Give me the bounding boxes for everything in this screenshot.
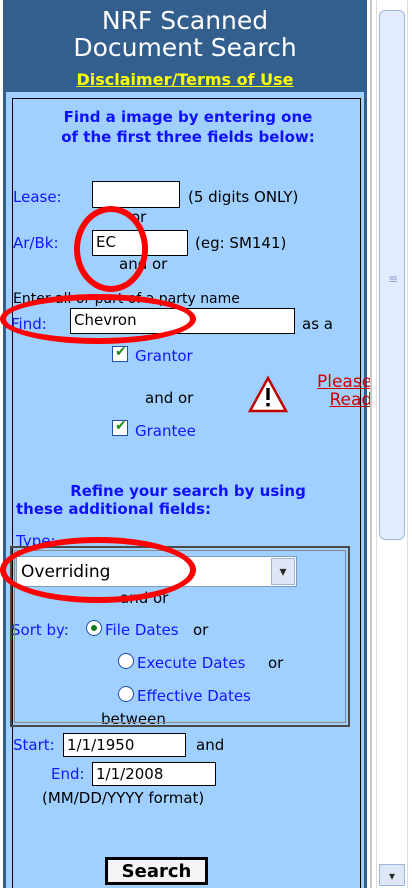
scrollbar-grip-icon: ≡ xyxy=(388,272,399,286)
grantee-label: Grantee xyxy=(135,422,196,440)
search-panel: NRF Scanned Document Search Disclaimer/T… xyxy=(0,0,372,888)
find-suffix: as a xyxy=(302,315,333,333)
app-root: NRF Scanned Document Search Disclaimer/T… xyxy=(0,0,412,888)
chevron-down-icon: ▾ xyxy=(388,869,396,883)
arbk-callout-circle xyxy=(74,206,148,292)
please-read-line2: Read xyxy=(329,390,373,410)
intro-line2: of the first three fields below: xyxy=(61,128,315,146)
page-title-line1: NRF Scanned xyxy=(101,6,269,35)
and-or-connector-2: and or xyxy=(145,389,194,407)
page-title-line2: Document Search xyxy=(73,33,297,62)
refine-line1: Refine your search by using xyxy=(70,482,306,500)
arbk-hint: (eg: SM141) xyxy=(195,234,287,252)
vertical-scrollbar[interactable]: ≡ ▾ xyxy=(370,0,412,888)
end-date-input[interactable]: 1/1/2008 xyxy=(92,762,216,786)
warning-icon xyxy=(248,375,288,413)
please-read-link[interactable]: Please Read xyxy=(317,373,372,409)
disclaimer-link[interactable]: Disclaimer/Terms of Use xyxy=(3,70,367,89)
lease-label: Lease: xyxy=(13,188,62,206)
header: NRF Scanned Document Search Disclaimer/T… xyxy=(3,0,367,92)
arbk-label: Ar/Bk: xyxy=(13,234,59,252)
intro-line1: Find a image by entering one xyxy=(63,108,313,126)
grantee-checkbox[interactable]: ✔ xyxy=(112,418,128,436)
end-label: End: xyxy=(51,765,85,783)
date-format-hint: (MM/DD/YYYY format) xyxy=(42,789,205,807)
grantor-checkbox[interactable]: ✔ xyxy=(112,344,128,362)
please-read-line1: Please xyxy=(317,372,373,392)
start-and: and xyxy=(196,736,225,754)
scroll-down-button[interactable]: ▾ xyxy=(379,864,405,886)
start-date-input[interactable]: 1/1/1950 xyxy=(63,733,186,757)
refine-line2: these additional fields: xyxy=(16,500,211,518)
search-button[interactable]: Search xyxy=(105,857,208,885)
find-callout-circle xyxy=(0,294,196,344)
check-icon: ✔ xyxy=(115,418,127,434)
start-label: Start: xyxy=(13,736,55,754)
search-form: Find a image by entering one of the firs… xyxy=(3,92,367,888)
lease-hint: (5 digits ONLY) xyxy=(188,188,299,206)
scrollbar-thumb[interactable]: ≡ xyxy=(379,10,405,540)
lease-input[interactable] xyxy=(92,181,180,208)
check-icon: ✔ xyxy=(115,344,127,360)
grantor-label: Grantor xyxy=(135,347,193,365)
scrollbar-track[interactable]: ≡ ▾ xyxy=(376,0,408,888)
type-callout-circle xyxy=(0,537,196,603)
